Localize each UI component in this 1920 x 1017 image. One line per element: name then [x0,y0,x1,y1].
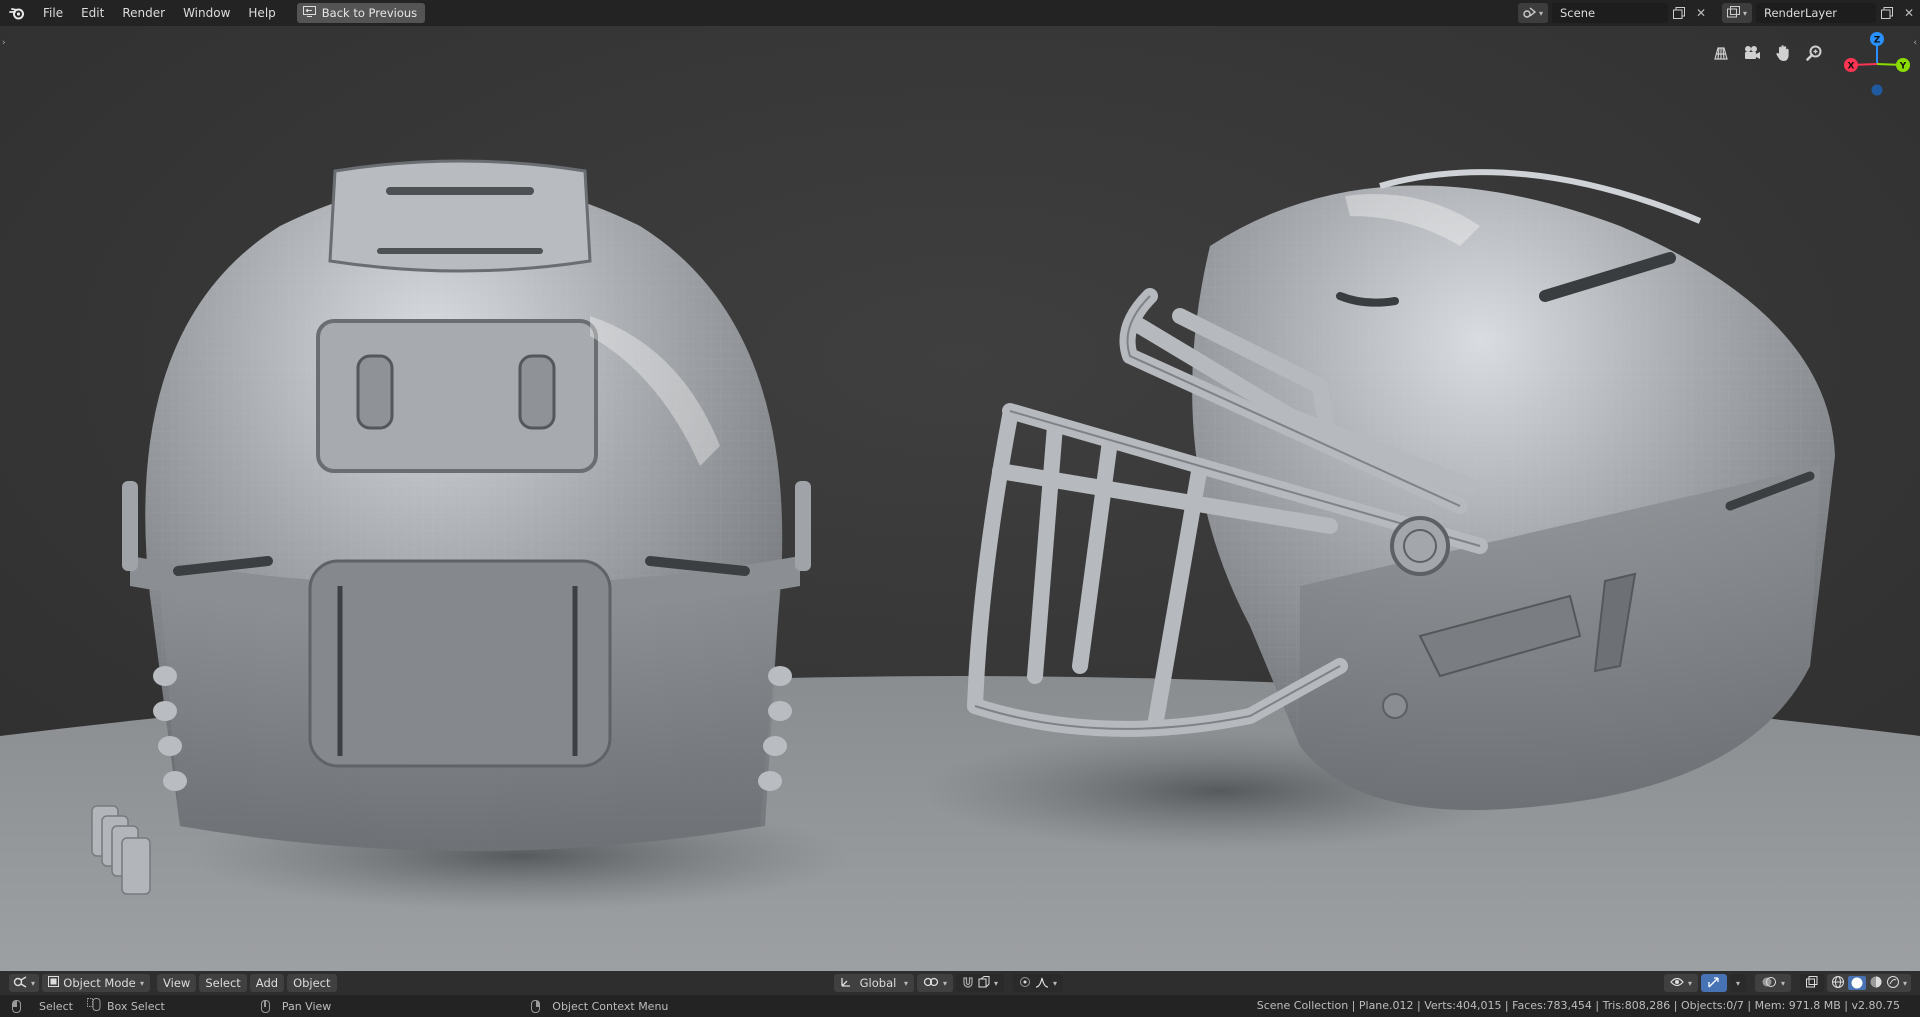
menu-render[interactable]: Render [113,2,174,24]
object-mode-dropdown[interactable]: Object Mode ▾ [42,974,151,992]
pan-hand-icon[interactable] [1770,40,1795,65]
gizmo-toggle[interactable] [1700,974,1727,992]
scene-name-field[interactable]: Scene [1552,3,1668,23]
menu-file[interactable]: File [34,2,72,24]
orientation-axes-icon [840,976,852,991]
xray-square-icon [1805,975,1818,991]
3d-viewport[interactable]: Z X Y › ‹ [0,26,1920,971]
eye-icon [1670,976,1684,990]
top-bar: File Edit Render Window Help Back to Pre… [0,0,1920,26]
xray-toggle[interactable] [1799,974,1824,992]
chevron-down-icon: ▾ [1053,978,1058,988]
chevron-down-icon: ▾ [1687,978,1692,988]
back-to-previous-button[interactable]: Back to Previous [296,3,426,23]
chevron-down-icon: ▾ [31,978,36,988]
status-bar: Select Box Select Pan View Object Contex… [0,995,1920,1017]
delete-scene-close-icon[interactable]: ✕ [1690,3,1712,23]
visibility-dropdown[interactable]: ▾ [1663,974,1698,992]
scene-statistics: Scene Collection | Plane.012 | Verts:404… [1256,999,1900,1012]
proportional-dot-icon [1019,976,1031,991]
pivot-point-dropdown[interactable]: ▾ [917,974,954,992]
helmet-render-scene [0,26,1920,971]
status-pan-hint: Pan View [260,999,332,1013]
chevron-down-icon: ▾ [1780,978,1785,988]
box-select-icon [86,998,101,1014]
chevron-down-icon: ▾ [140,978,145,988]
gizmo-x-label: X [1848,62,1855,72]
status-box-select-hint: Box Select [86,998,165,1014]
snap-toggle[interactable]: ▾ [956,974,1005,992]
scene-icon [1523,6,1537,21]
delete-view-layer-close-icon[interactable]: ✕ [1898,3,1920,23]
blender-logo-icon[interactable] [8,4,26,22]
status-context-menu-label: Object Context Menu [552,999,669,1013]
chevron-down-icon: ▾ [1538,8,1543,18]
status-context-menu-hint: Object Context Menu [531,999,669,1013]
shading-mode-group: ▾ [1826,974,1911,992]
overlay-circles-icon [1761,976,1777,991]
proportional-editing-toggle[interactable]: ▾ [1013,974,1064,992]
falloff-curve-icon [1035,976,1049,991]
menu-object[interactable]: Object [287,974,337,992]
menu-add[interactable]: Add [249,974,285,992]
chevron-down-icon: ▾ [994,978,999,988]
solid-shading-icon[interactable] [1847,976,1866,990]
status-box-select-label: Box Select [106,999,165,1013]
overlays-dropdown[interactable]: ▾ [1754,974,1791,992]
menu-window[interactable]: Window [174,2,239,24]
pivot-link-icon [923,976,939,991]
screen-back-icon [302,6,316,20]
snap-target-icon [978,975,990,991]
3d-viewport-icon [13,975,27,991]
menu-view[interactable]: View [157,974,197,992]
view-layer-name-field[interactable]: RenderLayer [1756,3,1876,23]
editor-type-dropdown[interactable]: ▾ [9,974,40,992]
navigation-gizmo[interactable]: Z X Y [1830,26,1920,116]
menu-edit[interactable]: Edit [72,2,113,24]
status-select-label: Select [39,999,73,1013]
mouse-middle-icon [260,999,270,1013]
status-pan-label: Pan View [281,999,332,1013]
object-mode-icon [48,976,60,990]
gizmo-neg-z-axis[interactable] [1871,84,1883,96]
object-mode-label: Object Mode [63,976,136,990]
mouse-right-icon [531,999,541,1013]
back-to-previous-label: Back to Previous [321,6,418,20]
rendered-shading-icon[interactable] [1886,975,1900,992]
render-layer-icon [1726,5,1741,21]
gizmo-y-label: Y [1899,62,1907,72]
sidebar-expand-chevron-icon[interactable]: ‹ [1913,38,1917,48]
viewport-header: ▾ Object Mode ▾ View Select Add Object G… [0,971,1920,995]
material-preview-shading-icon[interactable] [1869,975,1883,992]
zoom-magnifier-icon[interactable] [1801,40,1826,65]
chevron-down-icon: ▾ [1735,978,1740,988]
wireframe-shading-icon[interactable] [1831,975,1845,992]
chevron-down-icon: ▾ [1742,8,1747,18]
status-select-hint: Select [12,999,73,1013]
menu-select[interactable]: Select [199,974,247,992]
magnet-icon [962,976,974,991]
menu-help[interactable]: Help [239,2,284,24]
viewport-navigation [1708,40,1826,65]
chevron-down-icon[interactable]: ▾ [1903,979,1907,988]
gizmo-arrows-icon [1707,976,1721,991]
scene-browse-dropdown[interactable]: ▾ [1518,3,1548,23]
new-scene-copy-icon[interactable] [1668,3,1690,23]
chevron-down-icon: ▾ [903,978,908,988]
toolbar-expand-chevron-icon[interactable]: › [2,38,6,48]
mouse-left-icon [12,999,21,1013]
gizmo-z-label: Z [1874,36,1881,46]
camera-view-icon[interactable] [1739,40,1764,65]
orientation-label: Global [859,976,897,990]
chevron-down-icon: ▾ [943,978,948,988]
gizmo-options-dropdown[interactable]: ▾ [1729,974,1746,992]
toggle-ortho-grid-icon[interactable] [1708,40,1733,65]
transform-orientation-dropdown[interactable]: Global ▾ [834,974,914,992]
new-view-layer-copy-icon[interactable] [1876,3,1898,23]
view-layer-browse-dropdown[interactable]: ▾ [1722,3,1752,23]
